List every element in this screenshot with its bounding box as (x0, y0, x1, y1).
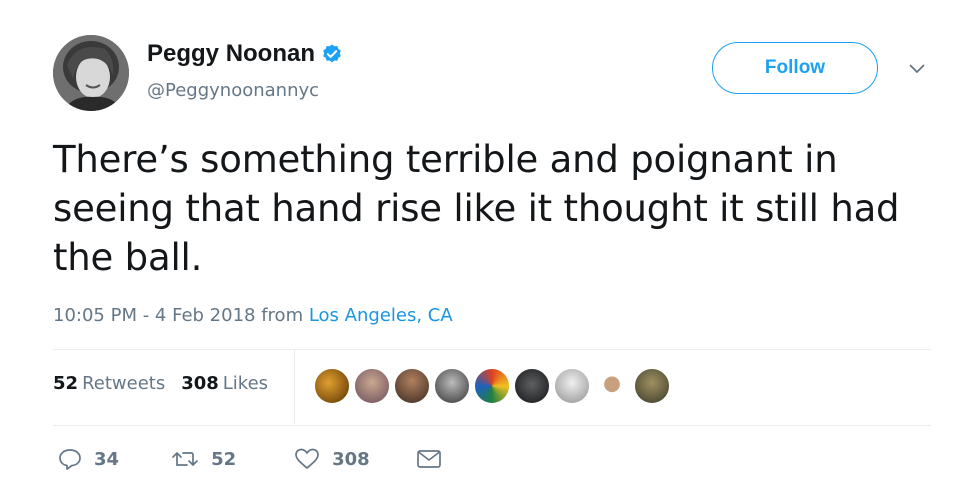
likes-label: Likes (222, 373, 269, 394)
liker-avatar[interactable] (514, 368, 550, 404)
likes-count: 308 (181, 373, 219, 394)
heart-icon (295, 448, 319, 469)
author-avatar[interactable] (53, 35, 129, 111)
tweet-stats: 52 Retweets 308 Likes (53, 373, 268, 394)
retweet-icon (172, 452, 198, 466)
retweets-count: 52 (53, 373, 79, 394)
liker-avatar[interactable] (594, 368, 630, 404)
like-button[interactable]: 308 (294, 448, 370, 470)
verified-badge-icon (321, 43, 343, 65)
liker-avatars (314, 368, 674, 404)
liker-avatar[interactable] (394, 368, 430, 404)
liker-avatar[interactable] (314, 368, 350, 404)
tweet-location-link[interactable]: Los Angeles, CA (309, 305, 453, 326)
likes-stat[interactable]: 308 Likes (181, 373, 268, 394)
liker-avatar[interactable] (434, 368, 470, 404)
retweet-count: 52 (211, 448, 237, 470)
liker-avatar[interactable] (474, 368, 510, 404)
liker-avatar[interactable] (354, 368, 390, 404)
envelope-icon (416, 450, 441, 468)
tweet-text: There’s something terrible and poignant … (53, 138, 900, 279)
author-display-name[interactable]: Peggy Noonan (147, 40, 315, 68)
liker-avatar[interactable] (634, 368, 670, 404)
tweet-timestamp[interactable]: 10:05 PM - 4 Feb 2018 from (53, 305, 309, 326)
tweet-metadata: 10:05 PM - 4 Feb 2018 from Los Angeles, … (53, 305, 453, 326)
follow-button[interactable]: Follow (712, 42, 878, 94)
direct-message-button[interactable] (416, 449, 442, 469)
author-handle[interactable]: @Peggynoonannyc (147, 80, 319, 101)
stats-divider (294, 350, 295, 424)
reply-count: 34 (94, 448, 120, 470)
author-name-row: Peggy Noonan (147, 40, 343, 68)
retweets-label: Retweets (82, 373, 166, 394)
reply-button[interactable]: 34 (58, 448, 119, 470)
like-count: 308 (332, 448, 370, 470)
liker-avatar[interactable] (554, 368, 590, 404)
more-options-button[interactable] (904, 58, 930, 80)
reply-icon (59, 449, 81, 470)
divider-bottom (53, 425, 931, 426)
chevron-down-icon (909, 64, 925, 74)
divider-top (53, 349, 931, 350)
retweet-button[interactable]: 52 (171, 449, 236, 470)
tweet-actions: 34 52 308 (58, 448, 442, 470)
retweets-stat[interactable]: 52 Retweets (53, 373, 165, 394)
